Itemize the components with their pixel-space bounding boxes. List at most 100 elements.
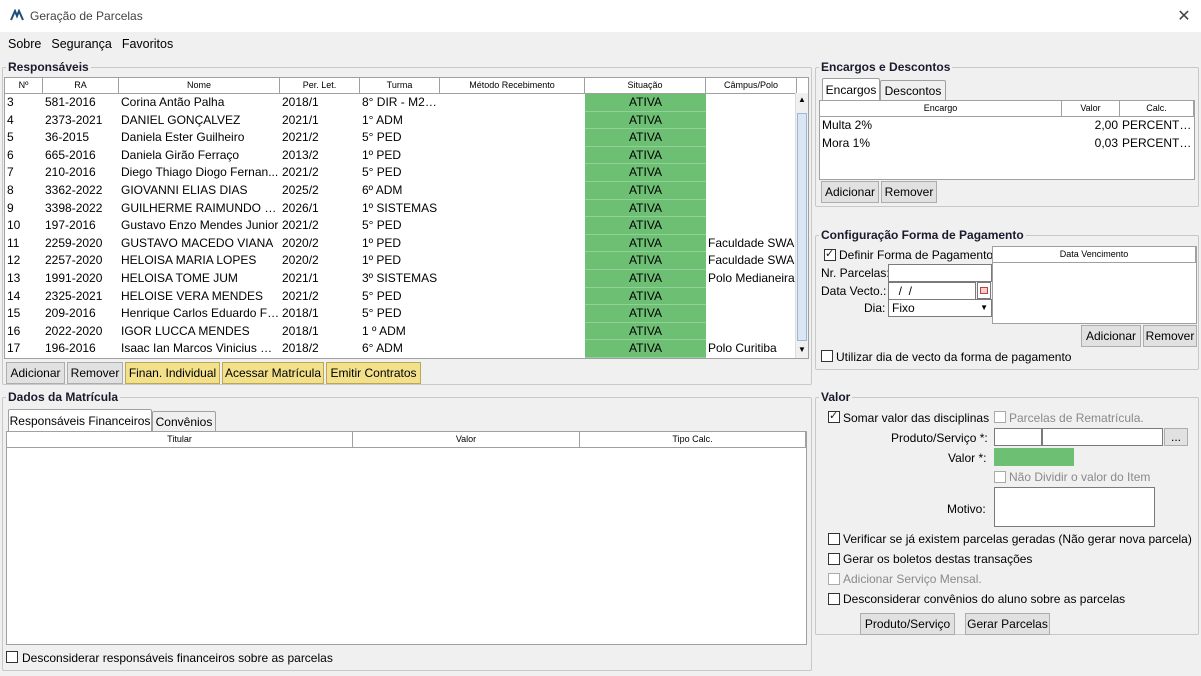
resp-remover-button[interactable]: Remover bbox=[67, 362, 123, 384]
table-row[interactable]: 13 1991-2020 HELOISA TOME JUM 2021/1 3º SIST… bbox=[5, 269, 808, 288]
table-row[interactable]: 9 3398-2022 GUILHERME RAIMUNDO RO... 2026/1… bbox=[5, 199, 808, 218]
cell-metodo bbox=[440, 182, 585, 200]
utilizar-dia-label: Utilizar dia de vecto da forma de pagame… bbox=[836, 350, 1072, 364]
col-header-valor[interactable]: Valor bbox=[1062, 101, 1120, 117]
config-adicionar-button[interactable]: Adicionar bbox=[1081, 325, 1141, 347]
produto-search-button[interactable]: ... bbox=[1164, 428, 1188, 446]
cell-turma: 1º PED bbox=[362, 235, 402, 250]
col-header-nome[interactable]: Nome bbox=[119, 78, 280, 94]
table-row[interactable]: 4 2373-2021 DANIEL GONÇALVEZ 2021/1 1° ADM AT… bbox=[5, 111, 808, 130]
data-vencimento-table[interactable]: Data Vencimento bbox=[992, 246, 1197, 324]
cell-nome: GUSTAVO MACEDO VIANA bbox=[121, 235, 274, 250]
table-row[interactable]: 17 196-2016 Isaac Ian Marcos Vinicius M...… bbox=[5, 340, 808, 358]
table-row[interactable]: Mora 1% 0,03 PERCENTUAL bbox=[820, 135, 1194, 153]
table-row[interactable]: Multa 2% 2,00 PERCENTUAL bbox=[820, 117, 1194, 135]
verificar-parcelas-checkbox[interactable] bbox=[828, 533, 840, 545]
cell-metodo bbox=[440, 112, 585, 130]
cell-situacao: ATIVA bbox=[585, 322, 706, 341]
produto-servico-button[interactable]: Produto/Serviço bbox=[860, 613, 955, 635]
table-row[interactable]: 7 210-2016 Diego Thiago Diogo Fernan... 202… bbox=[5, 164, 808, 182]
chevron-down-icon: ▼ bbox=[980, 303, 988, 312]
col-header-calc[interactable]: Calc. bbox=[1120, 101, 1194, 117]
utilizar-dia-checkbox[interactable] bbox=[821, 350, 833, 362]
menu-sobre[interactable]: Sobre bbox=[4, 35, 45, 53]
nr-parcelas-input[interactable] bbox=[888, 264, 992, 282]
table-row[interactable]: 8 3362-2022 GIOVANNI ELIAS DIAS 2025/2 6º AD… bbox=[5, 181, 808, 200]
valor-input[interactable] bbox=[994, 448, 1074, 466]
config-remover-button[interactable]: Remover bbox=[1143, 325, 1197, 347]
menu-favoritos[interactable]: Favoritos bbox=[118, 35, 177, 53]
col-header-encargo[interactable]: Encargo bbox=[820, 101, 1062, 117]
gerar-boletos-checkbox[interactable] bbox=[828, 553, 840, 565]
col-header-titular[interactable]: Titular bbox=[7, 432, 353, 448]
dia-select[interactable]: Fixo ▼ bbox=[888, 299, 992, 317]
table-row[interactable]: 6 665-2016 Daniela Girão Ferraço 2013/2 1º P… bbox=[5, 146, 808, 165]
tab-responsaveis-financeiros[interactable]: Responsáveis Financeiros bbox=[8, 409, 152, 431]
col-header-turma[interactable]: Turma bbox=[360, 78, 440, 94]
table-row[interactable]: 16 2022-2020 IGOR LUCCA MENDES 2018/1 1 º AD… bbox=[5, 322, 808, 341]
close-icon[interactable]: ✕ bbox=[1172, 4, 1196, 28]
responsaveis-financeiros-table[interactable]: Titular Valor Tipo Calc. bbox=[6, 431, 807, 645]
col-header-situacao[interactable]: Situação bbox=[585, 78, 706, 94]
col-header-numero[interactable]: Nº bbox=[5, 78, 43, 94]
cell-situacao: ATIVA bbox=[585, 111, 706, 130]
definir-forma-checkbox[interactable] bbox=[824, 247, 836, 261]
table-row[interactable]: 11 2259-2020 GUSTAVO MACEDO VIANA 2020/2 1º … bbox=[5, 234, 808, 253]
col-header-valor-fin[interactable]: Valor bbox=[353, 432, 580, 448]
col-header-campus[interactable]: Câmpus/Polo bbox=[706, 78, 797, 94]
table-row[interactable]: 12 2257-2020 HELOISA MARIA LOPES 2020/2 1º P… bbox=[5, 252, 808, 270]
emitir-contratos-button[interactable]: Emitir Contratos bbox=[326, 362, 421, 384]
calendar-icon[interactable] bbox=[977, 282, 991, 299]
table-row[interactable]: 3 581-2016 Corina Antão Palha 2018/1 8° DIR … bbox=[5, 94, 808, 112]
cell-campus bbox=[706, 323, 797, 341]
table-row[interactable]: 10 197-2016 Gustavo Enzo Mendes Junior 2021… bbox=[5, 217, 808, 235]
cell-per-let: 2021/2 bbox=[282, 288, 319, 303]
scroll-down-icon[interactable]: ▼ bbox=[798, 345, 806, 354]
cell-nome: IGOR LUCCA MENDES bbox=[121, 323, 250, 338]
cell-valor: 0,03 bbox=[1094, 135, 1118, 150]
config-title: Configuração Forma de Pagamento bbox=[819, 228, 1026, 242]
scroll-thumb[interactable] bbox=[797, 113, 807, 341]
cell-campus bbox=[706, 94, 797, 112]
encargos-adicionar-button[interactable]: Adicionar bbox=[821, 181, 879, 203]
encargos-remover-button[interactable]: Remover bbox=[881, 181, 937, 203]
gerar-parcelas-button[interactable]: Gerar Parcelas bbox=[965, 613, 1050, 635]
col-header-tipo-calc[interactable]: Tipo Calc. bbox=[580, 432, 806, 448]
cell-campus: Polo Medianeira bbox=[708, 270, 795, 285]
encargos-table[interactable]: Encargo Valor Calc. Multa 2% 2,00 PERCENTU… bbox=[819, 100, 1195, 180]
desconsiderar-responsaveis-checkbox[interactable] bbox=[6, 651, 18, 663]
parcelas-rematricula-checkbox[interactable] bbox=[994, 411, 1006, 423]
tab-encargos[interactable]: Encargos bbox=[822, 78, 880, 100]
cell-numero: 10 bbox=[7, 218, 21, 233]
motivo-textarea[interactable] bbox=[994, 487, 1155, 527]
desconsiderar-convenios-checkbox[interactable] bbox=[828, 593, 840, 605]
somar-disciplinas-checkbox[interactable] bbox=[828, 409, 840, 423]
tab-descontos[interactable]: Descontos bbox=[880, 80, 946, 100]
table-row[interactable]: 15 209-2016 Henrique Carlos Eduardo Fr... 2… bbox=[5, 305, 808, 323]
col-header-per-let[interactable]: Per. Let. bbox=[280, 78, 360, 94]
cell-metodo bbox=[440, 164, 585, 182]
table-row[interactable]: 5 36-2015 Daniela Ester Guilheiro 2021/2 5° … bbox=[5, 129, 808, 147]
cell-campus bbox=[706, 288, 797, 306]
dados-matricula-title: Dados da Matrícula bbox=[6, 390, 121, 404]
adicionar-servico-checkbox[interactable] bbox=[828, 573, 840, 585]
responsaveis-scrollbar[interactable]: ▲ ▼ bbox=[795, 93, 808, 358]
produto-descricao-input[interactable] bbox=[1042, 428, 1163, 446]
data-vecto-input[interactable]: / / bbox=[888, 282, 976, 300]
cell-nome: DANIEL GONÇALVEZ bbox=[121, 112, 241, 127]
table-row[interactable]: 14 2325-2021 HELOISE VERA MENDES 2021/2 5° P… bbox=[5, 287, 808, 306]
nao-dividir-checkbox[interactable] bbox=[994, 471, 1006, 483]
finan-individual-button[interactable]: Finan. Individual bbox=[125, 362, 220, 384]
scroll-up-icon[interactable]: ▲ bbox=[798, 95, 806, 104]
acessar-matricula-button[interactable]: Acessar Matrícula bbox=[222, 362, 324, 384]
resp-adicionar-button[interactable]: Adicionar bbox=[6, 362, 65, 384]
definir-forma-label: Definir Forma de Pagamento bbox=[839, 248, 994, 262]
menu-seguranca[interactable]: Segurança bbox=[47, 35, 115, 53]
produto-codigo-input[interactable] bbox=[994, 428, 1042, 446]
tab-convenios[interactable]: Convênios bbox=[152, 411, 216, 431]
col-header-metodo[interactable]: Método Recebimento bbox=[440, 78, 585, 94]
col-header-ra[interactable]: RA bbox=[43, 78, 119, 94]
responsaveis-table[interactable]: Nº RA Nome Per. Let. Turma Método Recebi… bbox=[4, 77, 809, 359]
cell-turma: 3º SISTEMAS bbox=[362, 270, 438, 285]
col-header-data-vencimento[interactable]: Data Vencimento bbox=[993, 247, 1196, 263]
